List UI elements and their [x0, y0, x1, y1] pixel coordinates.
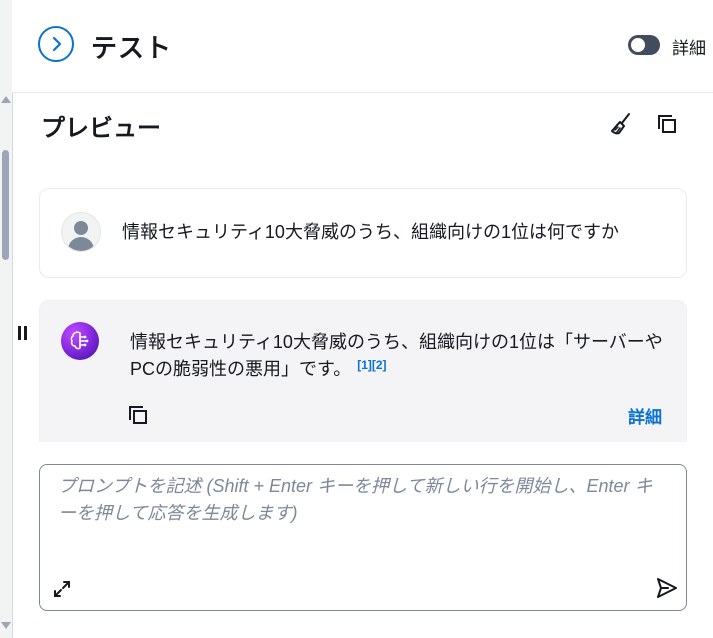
bot-answer: 情報セキュリティ10大脅威のうち、組織向けの1位は「サーバーや PCの脆弱性の悪… — [130, 332, 663, 379]
copy-icon[interactable] — [656, 113, 678, 135]
scrollbar-thumb[interactable] — [2, 150, 9, 260]
left-scroll-strip — [0, 0, 13, 638]
preview-bar: プレビュー — [39, 100, 687, 166]
panel-title: テスト — [91, 33, 173, 63]
user-avatar — [61, 212, 101, 252]
citation-links[interactable]: [1][2] — [357, 358, 386, 372]
chevron-right-icon — [52, 36, 62, 52]
bot-message: 情報セキュリティ10大脅威のうち、組織向けの1位は「サーバーや PCの脆弱性の悪… — [39, 300, 687, 442]
preview-title: プレビュー — [41, 115, 161, 142]
scroll-down-arrow-icon[interactable] — [1, 622, 11, 629]
toggle-knob — [631, 38, 645, 52]
scroll-up-arrow-icon[interactable] — [1, 96, 11, 103]
bot-message-text: 情報セキュリティ10大脅威のうち、組織向けの1位は「サーバーや PCの脆弱性の悪… — [130, 329, 670, 383]
bottom-spacer — [39, 622, 687, 638]
prompt-placeholder: プロンプトを記述 (Shift + Enter キーを押して新しい行を開始し、E… — [58, 476, 653, 523]
prompt-input[interactable]: プロンプトを記述 (Shift + Enter キーを押して新しい行を開始し、E… — [39, 464, 687, 611]
send-icon[interactable] — [655, 576, 679, 600]
bot-avatar — [61, 322, 99, 360]
collapse-panel-button[interactable] — [38, 26, 74, 62]
expand-icon[interactable] — [52, 579, 72, 599]
user-message: 情報セキュリティ10大脅威のうち、組織向けの1位は何ですか — [39, 188, 687, 278]
details-toggle-label: 詳細 — [672, 39, 706, 58]
brain-icon — [70, 331, 89, 350]
details-toggle[interactable] — [628, 35, 660, 55]
resize-handle[interactable] — [18, 326, 28, 340]
broom-icon[interactable] — [609, 112, 633, 136]
panel-header: テスト 詳細 — [12, 0, 713, 93]
details-link[interactable]: 詳細 — [628, 403, 662, 428]
user-message-text: 情報セキュリティ10大脅威のうち、組織向けの1位は何ですか — [122, 222, 619, 242]
copy-icon[interactable] — [127, 404, 149, 426]
